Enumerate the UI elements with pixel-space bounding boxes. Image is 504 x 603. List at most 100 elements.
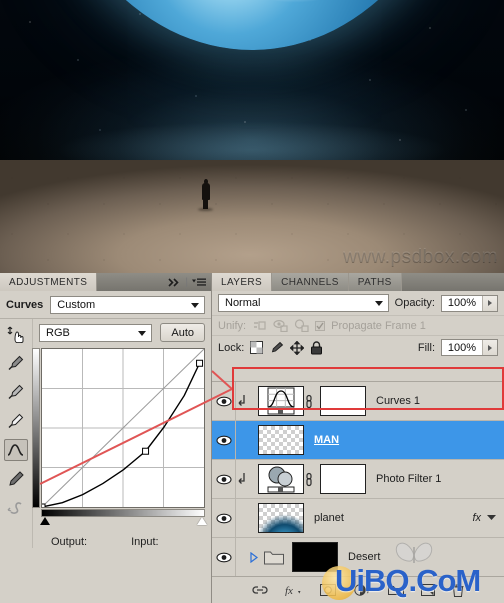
lock-position-icon[interactable] [290, 340, 305, 355]
curve-point[interactable] [196, 359, 204, 367]
fill-field[interactable]: 100% [441, 339, 498, 356]
layers-tabbar: LAYERS CHANNELS PATHS [212, 273, 504, 291]
curve-control-points [42, 359, 204, 507]
layer-visibility-toggle[interactable] [212, 421, 236, 459]
input-gradient-bar [41, 509, 205, 517]
layer-visibility-toggle[interactable] [212, 460, 236, 498]
auto-button[interactable]: Auto [160, 323, 205, 342]
double-chevron-right-icon[interactable] [168, 277, 181, 287]
layer-name[interactable]: planet [314, 512, 344, 524]
layer-name[interactable]: Photo Filter 1 [376, 473, 441, 485]
mask-link-icon[interactable] [304, 394, 320, 409]
canvas-watermark: www.psdbox.com [343, 246, 498, 267]
curve-point[interactable] [42, 503, 46, 507]
curve-plot[interactable] [42, 349, 204, 507]
unify-position-icon [252, 319, 267, 332]
adjustments-tabbar: ADJUSTMENTS | [0, 273, 211, 291]
layer-row[interactable]: planet fx [212, 499, 504, 538]
lock-label: Lock: [218, 341, 245, 354]
layer-visibility-toggle[interactable] [212, 499, 236, 537]
layer-visibility-toggle[interactable] [212, 382, 236, 420]
smooth-curve-icon[interactable] [4, 497, 28, 519]
layer-visibility-toggle[interactable] [212, 538, 236, 576]
targeted-adjustment-icon[interactable] [4, 323, 28, 345]
fx-label: fx [472, 512, 481, 524]
channel-select[interactable]: RGB [39, 323, 153, 342]
adjustment-preset-row: Curves Custom [0, 291, 211, 319]
eye-icon[interactable] [215, 474, 232, 485]
fill-value[interactable]: 100% [442, 342, 482, 354]
curve-edit-icon[interactable] [4, 439, 28, 461]
preset-select[interactable]: Custom [50, 296, 205, 314]
pencil-draw-icon[interactable] [4, 468, 28, 490]
layer-thumbnail[interactable] [258, 503, 304, 533]
group-expand-icon[interactable] [250, 551, 259, 563]
layer-thumbnail[interactable] [258, 425, 304, 455]
layer-mask-thumbnail[interactable] [320, 464, 366, 494]
blend-mode-select[interactable]: Normal [218, 294, 389, 312]
photoshop-window: www.psdbox.com ADJUSTMENTS | Curves Cust… [0, 0, 504, 603]
folder-icon [264, 550, 284, 565]
blend-mode-value: Normal [225, 297, 261, 309]
layer-row[interactable]: Photo Filter 1 [212, 460, 504, 499]
clipping-mask-icon [236, 394, 258, 408]
layer-style-fx-icon[interactable]: fx [285, 584, 303, 596]
gray-point-eyedropper-icon[interactable] [4, 381, 28, 403]
eye-icon[interactable] [215, 513, 232, 524]
image-canvas[interactable]: www.psdbox.com [0, 0, 504, 273]
layer-row[interactable]: Curves 1 [212, 382, 504, 421]
layer-list[interactable]: Curves 1 MAN Photo Filter 1 planet fx Desert [212, 381, 504, 576]
white-point-eyedropper-icon[interactable] [4, 410, 28, 432]
layer-name[interactable]: MAN [314, 434, 339, 446]
link-layers-icon[interactable] [252, 585, 268, 596]
lock-fill-row: Lock: Fill: 100% [212, 336, 504, 359]
black-point-slider[interactable] [40, 517, 50, 525]
layer-thumbnail[interactable] [258, 464, 304, 494]
mask-link-icon[interactable] [304, 472, 320, 487]
tab-adjustments[interactable]: ADJUSTMENTS [0, 273, 98, 291]
site-watermark: UiBQ.CoM [335, 563, 481, 598]
layer-row[interactable]: MAN [212, 421, 504, 460]
tab-channels[interactable]: CHANNELS [272, 273, 349, 291]
svg-text:fx: fx [285, 585, 293, 596]
black-point-eyedropper-icon[interactable] [4, 352, 28, 374]
white-point-slider[interactable] [197, 517, 207, 525]
blend-opacity-row: Normal Opacity: 100% [212, 291, 504, 315]
adjustments-panel: ADJUSTMENTS | Curves Custom RGB Auto Out… [0, 273, 212, 603]
opacity-label: Opacity: [394, 297, 435, 309]
output-label: Output: [51, 536, 88, 548]
clipping-mask-icon [236, 472, 258, 486]
unify-style-icon [294, 319, 309, 332]
tab-paths[interactable]: PATHS [348, 273, 402, 291]
curve-line [42, 362, 201, 507]
black-white-point-sliders[interactable] [40, 517, 207, 526]
propagate-checkbox[interactable] [315, 320, 326, 331]
chevron-down-icon [138, 330, 147, 336]
adjustment-name: Curves [6, 299, 44, 311]
opacity-field[interactable]: 100% [441, 294, 498, 312]
layer-name[interactable]: Curves 1 [376, 395, 420, 407]
layer-effects-indicator[interactable]: fx [472, 512, 504, 524]
curves-tool-strip [0, 319, 33, 548]
unify-row: Unify: Propagate Frame 1 [212, 315, 504, 336]
layer-name[interactable]: Desert [348, 551, 380, 563]
layer-thumbnail[interactable] [258, 386, 304, 416]
lock-image-icon[interactable] [269, 341, 284, 354]
eye-icon[interactable] [215, 435, 232, 446]
lock-transparency-icon[interactable] [250, 341, 264, 354]
lock-all-icon[interactable] [310, 340, 323, 355]
curve-point[interactable] [142, 447, 150, 455]
panel-menu-icon[interactable] [192, 278, 206, 287]
unify-label: Unify: [218, 319, 247, 332]
layer-mask-thumbnail[interactable] [320, 386, 366, 416]
fill-label: Fill: [417, 341, 435, 354]
tab-layers[interactable]: LAYERS [212, 273, 273, 291]
eye-icon[interactable] [215, 396, 232, 407]
input-label: Input: [131, 536, 159, 548]
opacity-value[interactable]: 100% [442, 297, 482, 309]
eye-icon[interactable] [215, 552, 232, 563]
man-silhouette [198, 179, 213, 211]
curves-graph[interactable] [41, 348, 205, 508]
opacity-stepper-icon[interactable] [482, 295, 497, 311]
fill-stepper-icon[interactable] [482, 340, 497, 355]
